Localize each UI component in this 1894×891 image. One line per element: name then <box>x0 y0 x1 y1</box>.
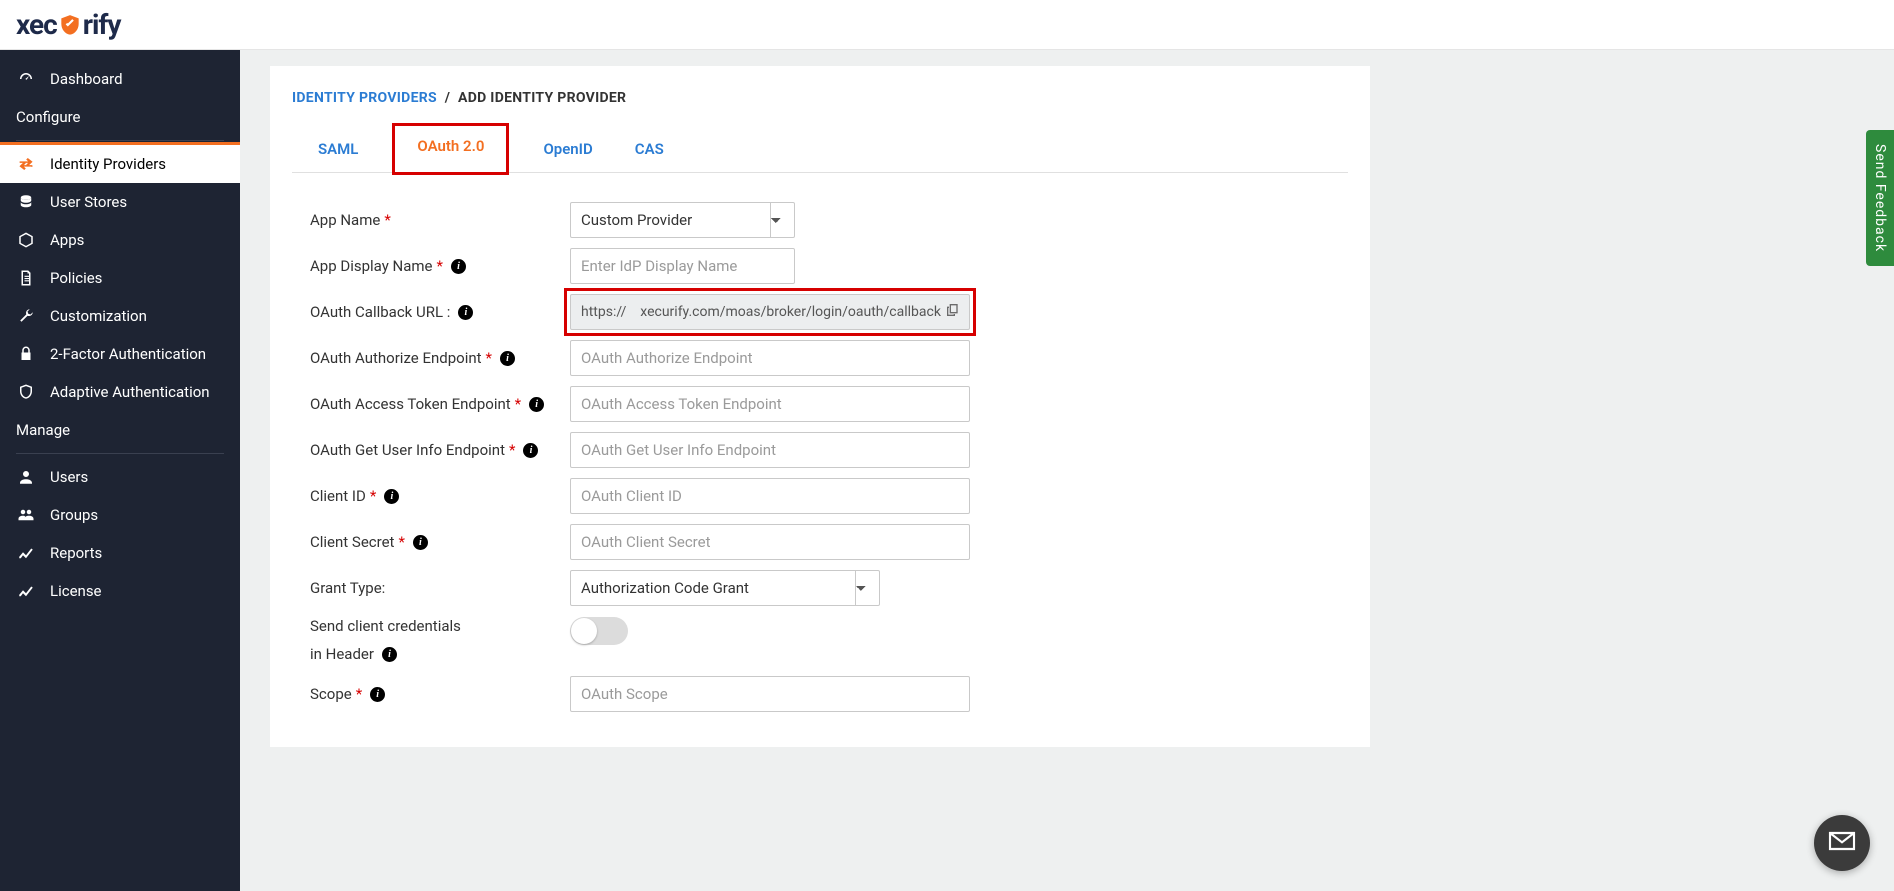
tabs: SAML OAuth 2.0 OpenID CAS <box>292 126 1348 173</box>
sidebar-item-license[interactable]: License <box>0 572 240 610</box>
top-bar: xec rify <box>0 0 1894 50</box>
breadcrumb-current: ADD IDENTITY PROVIDER <box>458 90 626 106</box>
sidebar-item-label: Customization <box>50 307 147 325</box>
authorize-endpoint-input[interactable] <box>570 340 970 376</box>
tab-oauth[interactable]: OAuth 2.0 <box>392 123 509 175</box>
chat-fab[interactable] <box>1814 815 1870 871</box>
divider <box>16 453 224 454</box>
grant-type-select[interactable]: Authorization Code Grant <box>570 570 880 606</box>
callback-url-display: https:// xecurify.com/moas/broker/login/… <box>570 294 970 330</box>
tab-saml[interactable]: SAML <box>310 126 366 172</box>
sidebar-item-label: Identity Providers <box>50 155 166 173</box>
sidebar-item-label: Policies <box>50 269 102 287</box>
client-secret-input[interactable] <box>570 524 970 560</box>
sidebar-item-groups[interactable]: Groups <box>0 496 240 534</box>
label-app-name: App Name* <box>310 211 560 229</box>
info-icon[interactable]: i <box>529 397 544 412</box>
content-card: IDENTITY PROVIDERS / ADD IDENTITY PROVID… <box>270 66 1370 747</box>
sidebar-item-label: Apps <box>50 231 84 249</box>
sidebar-item-adaptive-auth[interactable]: Adaptive Authentication <box>0 373 240 411</box>
chart-icon <box>16 544 36 562</box>
divider <box>16 140 224 141</box>
copy-icon[interactable] <box>945 302 961 322</box>
app-name-select[interactable]: Custom Provider <box>570 202 795 238</box>
sidebar-item-label: Groups <box>50 506 98 524</box>
tab-cas[interactable]: CAS <box>627 126 672 172</box>
label-authorize-endpoint: OAuth Authorize Endpoint* i <box>310 349 560 367</box>
info-icon[interactable]: i <box>370 687 385 702</box>
label-token-endpoint: OAuth Access Token Endpoint* i <box>310 395 560 413</box>
form: App Name* Custom Provider App Display Na… <box>292 173 1348 717</box>
document-icon <box>16 269 36 287</box>
label-client-id: Client ID* i <box>310 487 560 505</box>
display-name-input[interactable] <box>570 248 795 284</box>
swap-icon <box>16 155 36 173</box>
sidebar-item-customization[interactable]: Customization <box>0 297 240 335</box>
info-icon[interactable]: i <box>382 647 397 662</box>
chart-icon <box>16 582 36 600</box>
shield-outline-icon <box>16 383 36 401</box>
sidebar-item-label: 2-Factor Authentication <box>50 345 206 363</box>
mail-icon <box>1826 825 1858 861</box>
logo-text-suffix: rify <box>83 8 121 41</box>
label-credentials-in-header: Send client credentials in Header i <box>310 617 560 663</box>
logo[interactable]: xec rify <box>16 8 120 41</box>
info-icon[interactable]: i <box>384 489 399 504</box>
info-icon[interactable]: i <box>523 443 538 458</box>
sidebar-section-configure: Configure <box>0 98 240 136</box>
label-scope: Scope* i <box>310 685 560 703</box>
wrench-icon <box>16 307 36 325</box>
send-feedback-tab[interactable]: Send Feedback <box>1866 130 1894 266</box>
breadcrumb-link[interactable]: IDENTITY PROVIDERS <box>292 90 437 106</box>
label-client-secret: Client Secret* i <box>310 533 560 551</box>
sidebar-item-label: License <box>50 582 102 600</box>
label-callback-url: OAuth Callback URL : i <box>310 303 560 321</box>
sidebar-item-identity-providers[interactable]: Identity Providers <box>0 145 240 183</box>
sidebar-item-label: Users <box>50 468 88 486</box>
sidebar: Dashboard Configure Identity Providers U… <box>0 50 240 891</box>
sidebar-item-label: User Stores <box>50 193 127 211</box>
info-icon[interactable]: i <box>500 351 515 366</box>
info-icon[interactable]: i <box>413 535 428 550</box>
shield-icon <box>57 13 83 39</box>
sidebar-item-reports[interactable]: Reports <box>0 534 240 572</box>
sidebar-section-manage: Manage <box>0 411 240 449</box>
breadcrumb-sep: / <box>441 90 455 106</box>
user-icon <box>16 468 36 486</box>
label-userinfo-endpoint: OAuth Get User Info Endpoint* i <box>310 441 560 459</box>
credentials-header-toggle[interactable] <box>570 617 628 645</box>
info-icon[interactable]: i <box>458 305 473 320</box>
sidebar-item-label: Dashboard <box>50 70 123 88</box>
sidebar-item-2fa[interactable]: 2-Factor Authentication <box>0 335 240 373</box>
token-endpoint-input[interactable] <box>570 386 970 422</box>
label-grant-type: Grant Type: <box>310 579 560 597</box>
users-icon <box>16 506 36 524</box>
sidebar-item-label: Adaptive Authentication <box>50 383 210 401</box>
sidebar-item-apps[interactable]: Apps <box>0 221 240 259</box>
client-id-input[interactable] <box>570 478 970 514</box>
sidebar-item-user-stores[interactable]: User Stores <box>0 183 240 221</box>
info-icon[interactable]: i <box>451 259 466 274</box>
dashboard-icon <box>16 70 36 88</box>
scope-input[interactable] <box>570 676 970 712</box>
sidebar-item-users[interactable]: Users <box>0 458 240 496</box>
tab-openid[interactable]: OpenID <box>535 126 600 172</box>
sidebar-item-policies[interactable]: Policies <box>0 259 240 297</box>
label-display-name: App Display Name* i <box>310 257 560 275</box>
database-icon <box>16 193 36 211</box>
breadcrumb: IDENTITY PROVIDERS / ADD IDENTITY PROVID… <box>292 82 1348 126</box>
sidebar-item-dashboard[interactable]: Dashboard <box>0 60 240 98</box>
lock-icon <box>16 345 36 363</box>
main: IDENTITY PROVIDERS / ADD IDENTITY PROVID… <box>240 50 1894 891</box>
logo-text-prefix: xec <box>16 8 57 41</box>
userinfo-endpoint-input[interactable] <box>570 432 970 468</box>
cube-icon <box>16 231 36 249</box>
sidebar-item-label: Reports <box>50 544 102 562</box>
